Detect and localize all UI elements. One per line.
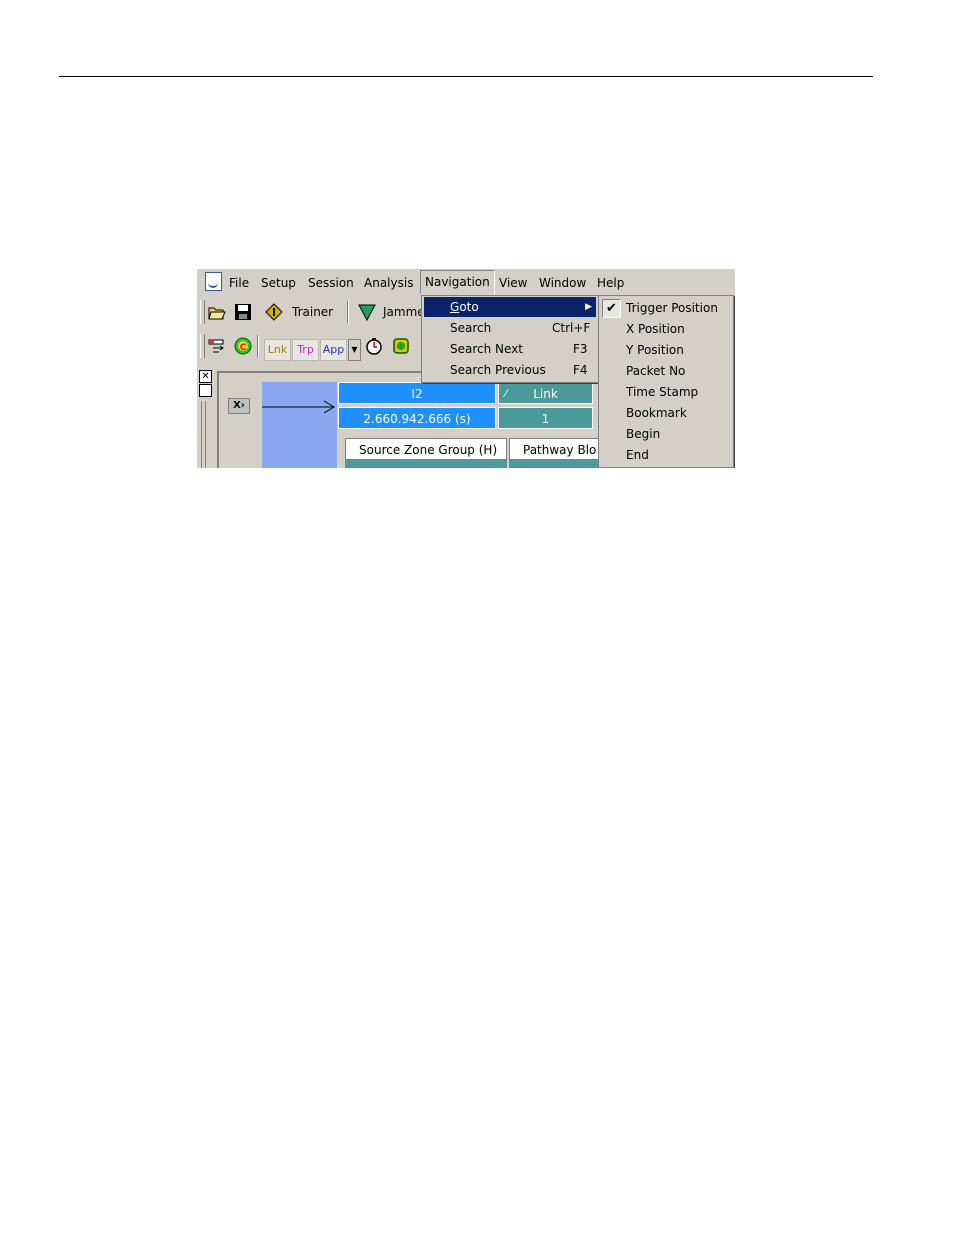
navigation-menu: Goto ▶ Search Ctrl+F Search Next F3 Sear… xyxy=(421,295,599,383)
trainer-icon[interactable] xyxy=(265,303,283,321)
tab-pathway-block[interactable]: Pathway Blo xyxy=(509,438,599,460)
search-next-label: Search Next xyxy=(450,342,523,356)
search-label: Search xyxy=(450,321,492,335)
checkmark-icon: ✔ xyxy=(602,299,621,318)
submenu-arrow-icon: ▶ xyxy=(585,302,592,312)
menu-item-search-next[interactable]: Search Next F3 xyxy=(424,339,596,359)
page-header-rule xyxy=(59,76,873,77)
toolbar-secondary: C Lnk Trp App ▼ xyxy=(197,332,422,362)
lnk-button[interactable]: Lnk xyxy=(264,339,291,361)
arrow-right-icon xyxy=(262,400,335,414)
link-label: Link xyxy=(533,387,558,401)
app-button[interactable]: App xyxy=(320,339,347,361)
tab-source-zone-group[interactable]: Source Zone Group (H) xyxy=(345,438,507,460)
menu-item-goto[interactable]: Goto ▶ xyxy=(424,297,596,317)
menu-item-bookmark[interactable]: Bookmark xyxy=(626,403,687,423)
timestamp-cell[interactable]: 2.660.942.666 (s) xyxy=(338,407,496,429)
trp-button[interactable]: Trp xyxy=(292,339,319,361)
jammer-label[interactable]: Jamme xyxy=(383,305,425,319)
menu-session[interactable]: Session xyxy=(308,275,354,291)
chevron-down-icon[interactable]: ▼ xyxy=(348,339,361,361)
toolbar-grip[interactable] xyxy=(200,334,205,358)
restore-icon[interactable] xyxy=(199,384,212,397)
decode-icon[interactable] xyxy=(392,337,410,355)
trainer-label[interactable]: Trainer xyxy=(292,305,333,319)
menu-item-x-position[interactable]: X Position xyxy=(626,319,685,339)
close-icon[interactable]: ✕ xyxy=(199,370,212,383)
menu-item-end[interactable]: End xyxy=(626,445,649,465)
application-window: File Setup Session Analysis Navigation V… xyxy=(197,269,735,468)
menu-item-search[interactable]: Search Ctrl+F xyxy=(424,318,596,338)
toolbar-main: Trainer Jamme xyxy=(197,298,425,328)
search-shortcut: Ctrl+F xyxy=(552,321,591,335)
menu-file[interactable]: File xyxy=(229,275,249,291)
toolbar-grip[interactable] xyxy=(200,300,205,324)
menu-navigation[interactable]: Navigation xyxy=(420,270,495,294)
menu-item-packet-no[interactable]: Packet No xyxy=(626,361,685,381)
svg-text:C: C xyxy=(240,343,247,353)
jammer-icon[interactable] xyxy=(358,303,376,321)
menu-view[interactable]: View xyxy=(499,275,527,291)
menu-window[interactable]: Window xyxy=(539,275,586,291)
goto-submenu: ✔ Trigger Position X Position Y Position… xyxy=(598,295,734,468)
search-next-shortcut: F3 xyxy=(573,342,588,356)
search-previous-label: Search Previous xyxy=(450,363,546,377)
save-icon[interactable] xyxy=(234,303,252,321)
menu-analysis[interactable]: Analysis xyxy=(364,275,413,291)
toolbar-separator xyxy=(347,301,349,323)
menubar: File Setup Session Analysis Navigation V… xyxy=(197,269,707,294)
menu-item-y-position[interactable]: Y Position xyxy=(626,340,684,360)
search-previous-shortcut: F4 xyxy=(573,363,588,377)
pin-icon: ⁄ xyxy=(505,387,507,400)
toolbar-separator xyxy=(257,335,259,357)
app-icon xyxy=(205,272,222,291)
link-header-cell[interactable]: ⁄ Link xyxy=(498,382,593,404)
open-folder-icon[interactable] xyxy=(208,303,226,321)
filter-icon[interactable] xyxy=(208,337,226,355)
link-value-cell[interactable]: 1 xyxy=(498,407,593,429)
menu-help[interactable]: Help xyxy=(597,275,624,291)
goto-label: Goto xyxy=(450,300,479,314)
expand-marker-icon[interactable]: X› xyxy=(228,398,250,414)
menu-item-time-stamp[interactable]: Time Stamp xyxy=(626,382,698,402)
menu-item-trigger-position[interactable]: Trigger Position xyxy=(626,298,718,318)
menu-setup[interactable]: Setup xyxy=(261,275,296,291)
timer-icon[interactable] xyxy=(365,337,383,355)
i2-header-cell[interactable]: I2 xyxy=(338,382,496,404)
capture-c-icon[interactable]: C xyxy=(234,337,252,355)
menu-item-begin[interactable]: Begin xyxy=(626,424,660,444)
trace-graph-area xyxy=(262,382,337,468)
menu-item-search-previous[interactable]: Search Previous F4 xyxy=(424,360,596,380)
